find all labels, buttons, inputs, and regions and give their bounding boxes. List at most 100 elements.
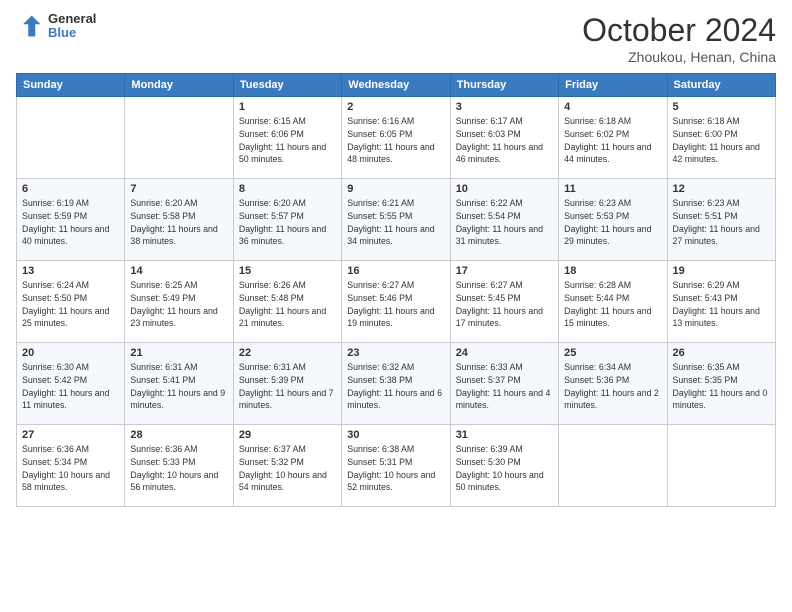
weekday-header-thursday: Thursday — [450, 74, 558, 97]
calendar-cell: 29 Sunrise: 6:37 AM Sunset: 5:32 PM Dayli… — [233, 425, 341, 507]
day-number: 29 — [239, 429, 336, 441]
weekday-header-sunday: Sunday — [17, 74, 125, 97]
day-number: 2 — [347, 101, 444, 113]
day-number: 5 — [673, 101, 770, 113]
day-info: Sunrise: 6:36 AM Sunset: 5:33 PM Dayligh… — [130, 443, 227, 494]
calendar-cell: 23 Sunrise: 6:32 AM Sunset: 5:38 PM Dayli… — [342, 343, 450, 425]
calendar-week-3: 13Sunrise: 6:24 AM Sunset: 5:50 PM Dayli… — [17, 261, 776, 343]
calendar-cell: 17 Sunrise: 6:27 AM Sunset: 5:45 PM Dayli… — [450, 261, 558, 343]
day-info: Sunrise: 6:21 AM Sunset: 5:55 PM Dayligh… — [347, 197, 444, 248]
calendar-cell: 6 Sunrise: 6:19 AM Sunset: 5:59 PM Daylig… — [17, 179, 125, 261]
title-area: October 2024 Zhoukou, Henan, China — [582, 12, 776, 65]
calendar-table: SundayMondayTuesdayWednesdayThursdayFrid… — [16, 73, 776, 507]
month-title: October 2024 — [582, 12, 776, 49]
day-info: Sunrise: 6:29 AM Sunset: 5:43 PM Dayligh… — [673, 279, 770, 330]
calendar-cell: 15 Sunrise: 6:26 AM Sunset: 5:48 PM Dayli… — [233, 261, 341, 343]
day-number: 18 — [564, 265, 661, 277]
day-info: Sunrise: 6:28 AM Sunset: 5:44 PM Dayligh… — [564, 279, 661, 330]
day-number: 24 — [456, 347, 553, 359]
day-info: Sunrise: 6:36 AM Sunset: 5:34 PM Dayligh… — [22, 443, 119, 494]
location-subtitle: Zhoukou, Henan, China — [582, 49, 776, 65]
day-info: Sunrise: 6:33 AM Sunset: 5:37 PM Dayligh… — [456, 361, 553, 412]
calendar-week-5: 27 Sunrise: 6:36 AM Sunset: 5:34 PM Dayli… — [17, 425, 776, 507]
day-number: 28 — [130, 429, 227, 441]
calendar-cell: 21 Sunrise: 6:31 AM Sunset: 5:41 PM Dayli… — [125, 343, 233, 425]
day-number: 15 — [239, 265, 336, 277]
calendar-cell: 4 Sunrise: 6:18 AM Sunset: 6:02 PM Daylig… — [559, 97, 667, 179]
day-info: Sunrise: 6:30 AM Sunset: 5:42 PM Dayligh… — [22, 361, 119, 412]
day-info: Sunrise: 6:15 AM Sunset: 6:06 PM Dayligh… — [239, 115, 336, 166]
calendar-cell — [667, 425, 775, 507]
day-number: 21 — [130, 347, 227, 359]
day-number: 11 — [564, 183, 661, 195]
day-number: 6 — [22, 183, 119, 195]
day-info: Sunrise: 6:19 AM Sunset: 5:59 PM Dayligh… — [22, 197, 119, 248]
weekday-header-tuesday: Tuesday — [233, 74, 341, 97]
day-info: Sunrise: 6:17 AM Sunset: 6:03 PM Dayligh… — [456, 115, 553, 166]
day-info: Sunrise: 6:34 AM Sunset: 5:36 PM Dayligh… — [564, 361, 661, 412]
day-number: 9 — [347, 183, 444, 195]
day-info: Sunrise: 6:20 AM Sunset: 5:57 PM Dayligh… — [239, 197, 336, 248]
day-number: 27 — [22, 429, 119, 441]
day-info: Sunrise: 6:39 AM Sunset: 5:30 PM Dayligh… — [456, 443, 553, 494]
day-number: 23 — [347, 347, 444, 359]
day-number: 17 — [456, 265, 553, 277]
day-info: Sunrise: 6:22 AM Sunset: 5:54 PM Dayligh… — [456, 197, 553, 248]
day-info: Sunrise: 6:26 AM Sunset: 5:48 PM Dayligh… — [239, 279, 336, 330]
calendar-cell — [559, 425, 667, 507]
calendar-cell: 13Sunrise: 6:24 AM Sunset: 5:50 PM Dayli… — [17, 261, 125, 343]
calendar-cell: 11 Sunrise: 6:23 AM Sunset: 5:53 PM Dayli… — [559, 179, 667, 261]
day-info: Sunrise: 6:27 AM Sunset: 5:46 PM Dayligh… — [347, 279, 444, 330]
calendar-cell: 27 Sunrise: 6:36 AM Sunset: 5:34 PM Dayli… — [17, 425, 125, 507]
calendar-cell: 26Sunrise: 6:35 AM Sunset: 5:35 PM Dayli… — [667, 343, 775, 425]
day-number: 30 — [347, 429, 444, 441]
calendar-cell: 10Sunrise: 6:22 AM Sunset: 5:54 PM Dayli… — [450, 179, 558, 261]
weekday-header-friday: Friday — [559, 74, 667, 97]
calendar-cell — [17, 97, 125, 179]
day-info: Sunrise: 6:23 AM Sunset: 5:53 PM Dayligh… — [564, 197, 661, 248]
day-info: Sunrise: 6:32 AM Sunset: 5:38 PM Dayligh… — [347, 361, 444, 412]
calendar-cell: 28 Sunrise: 6:36 AM Sunset: 5:33 PM Dayli… — [125, 425, 233, 507]
day-info: Sunrise: 6:27 AM Sunset: 5:45 PM Dayligh… — [456, 279, 553, 330]
calendar-cell: 3Sunrise: 6:17 AM Sunset: 6:03 PM Daylig… — [450, 97, 558, 179]
day-info: Sunrise: 6:18 AM Sunset: 6:00 PM Dayligh… — [673, 115, 770, 166]
day-number: 14 — [130, 265, 227, 277]
day-info: Sunrise: 6:31 AM Sunset: 5:39 PM Dayligh… — [239, 361, 336, 412]
day-info: Sunrise: 6:37 AM Sunset: 5:32 PM Dayligh… — [239, 443, 336, 494]
day-number: 12 — [673, 183, 770, 195]
logo-text: General Blue — [48, 12, 96, 41]
calendar-cell: 31 Sunrise: 6:39 AM Sunset: 5:30 PM Dayli… — [450, 425, 558, 507]
day-number: 7 — [130, 183, 227, 195]
calendar-cell: 1Sunrise: 6:15 AM Sunset: 6:06 PM Daylig… — [233, 97, 341, 179]
calendar-cell: 5 Sunrise: 6:18 AM Sunset: 6:00 PM Daylig… — [667, 97, 775, 179]
calendar-cell: 9 Sunrise: 6:21 AM Sunset: 5:55 PM Daylig… — [342, 179, 450, 261]
day-info: Sunrise: 6:24 AM Sunset: 5:50 PM Dayligh… — [22, 279, 119, 330]
calendar-cell: 20 Sunrise: 6:30 AM Sunset: 5:42 PM Dayli… — [17, 343, 125, 425]
day-info: Sunrise: 6:35 AM Sunset: 5:35 PM Dayligh… — [673, 361, 770, 412]
calendar-cell: 2Sunrise: 6:16 AM Sunset: 6:05 PM Daylig… — [342, 97, 450, 179]
day-info: Sunrise: 6:31 AM Sunset: 5:41 PM Dayligh… — [130, 361, 227, 412]
day-number: 4 — [564, 101, 661, 113]
page: General Blue October 2024 Zhoukou, Henan… — [0, 0, 792, 612]
day-info: Sunrise: 6:20 AM Sunset: 5:58 PM Dayligh… — [130, 197, 227, 248]
day-number: 20 — [22, 347, 119, 359]
calendar-cell: 8Sunrise: 6:20 AM Sunset: 5:57 PM Daylig… — [233, 179, 341, 261]
calendar-cell: 14 Sunrise: 6:25 AM Sunset: 5:49 PM Dayli… — [125, 261, 233, 343]
calendar-cell: 18 Sunrise: 6:28 AM Sunset: 5:44 PM Dayli… — [559, 261, 667, 343]
calendar-week-1: 1Sunrise: 6:15 AM Sunset: 6:06 PM Daylig… — [17, 97, 776, 179]
weekday-header-wednesday: Wednesday — [342, 74, 450, 97]
calendar-cell: 22Sunrise: 6:31 AM Sunset: 5:39 PM Dayli… — [233, 343, 341, 425]
day-info: Sunrise: 6:18 AM Sunset: 6:02 PM Dayligh… — [564, 115, 661, 166]
logo: General Blue — [16, 12, 96, 41]
day-number: 31 — [456, 429, 553, 441]
calendar-cell: 24 Sunrise: 6:33 AM Sunset: 5:37 PM Dayli… — [450, 343, 558, 425]
calendar-cell: 16 Sunrise: 6:27 AM Sunset: 5:46 PM Dayli… — [342, 261, 450, 343]
header: General Blue October 2024 Zhoukou, Henan… — [16, 12, 776, 65]
day-number: 16 — [347, 265, 444, 277]
day-info: Sunrise: 6:25 AM Sunset: 5:49 PM Dayligh… — [130, 279, 227, 330]
logo-line2: Blue — [48, 26, 96, 40]
day-number: 25 — [564, 347, 661, 359]
calendar-cell — [125, 97, 233, 179]
day-info: Sunrise: 6:23 AM Sunset: 5:51 PM Dayligh… — [673, 197, 770, 248]
calendar-cell: 19Sunrise: 6:29 AM Sunset: 5:43 PM Dayli… — [667, 261, 775, 343]
